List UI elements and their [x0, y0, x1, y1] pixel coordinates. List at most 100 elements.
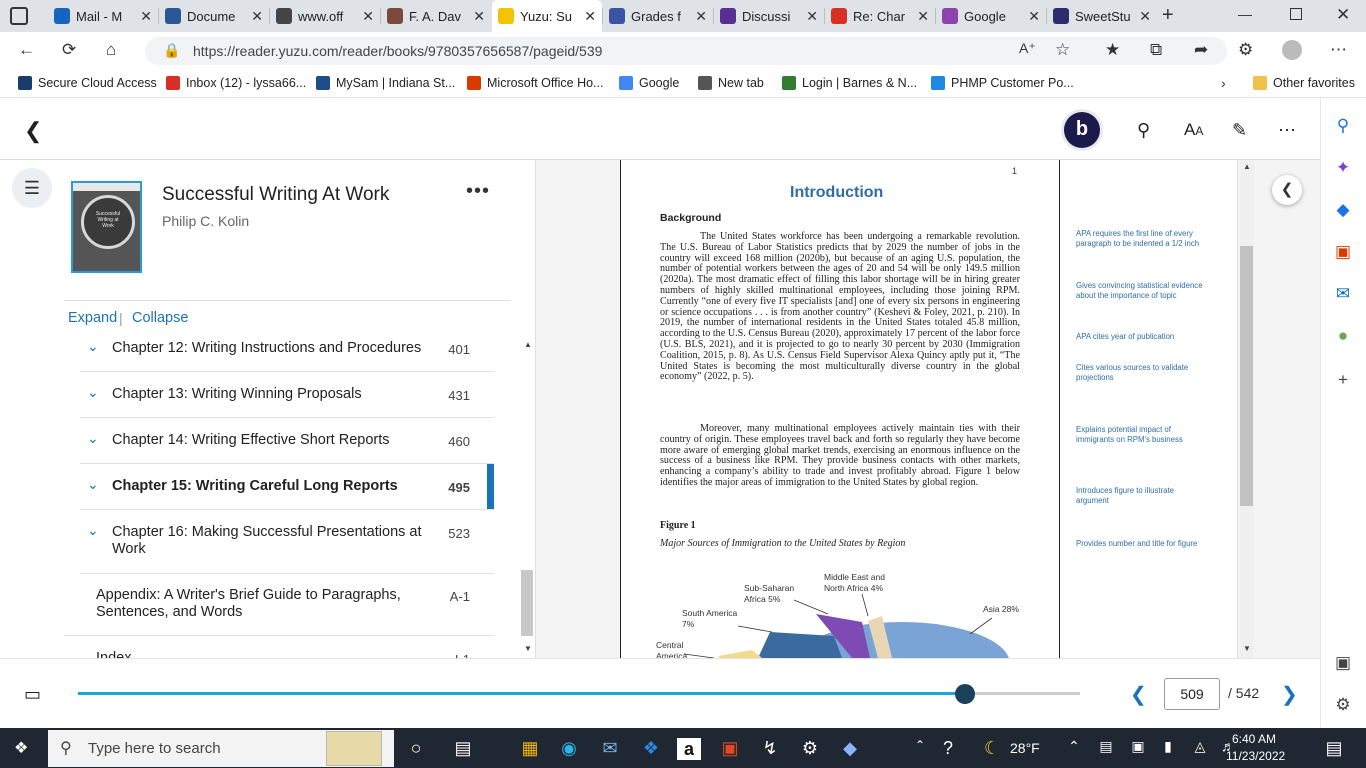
document-scroll-thumb[interactable] [1240, 246, 1253, 506]
page-number-input[interactable]: 509 [1164, 678, 1220, 710]
favorites-overflow-icon[interactable]: › [1221, 75, 1226, 91]
favorite-link[interactable]: Secure Cloud Access [18, 76, 157, 90]
chevron-down-icon[interactable]: ⌄ [87, 476, 99, 493]
browser-tab[interactable]: Re: Char ✕ [825, 0, 935, 32]
favorite-link[interactable]: Google [619, 76, 679, 90]
mail-taskbar-icon[interactable]: ✉ [598, 738, 622, 759]
chevron-down-icon[interactable]: ⌄ [87, 430, 99, 447]
tray-up-icon[interactable]: ⌃ [1062, 738, 1086, 755]
browser-tab[interactable]: Yuzu: Su ✕ [492, 0, 602, 32]
page-slider-knob[interactable] [955, 684, 975, 704]
book-more-icon[interactable]: ••• [466, 180, 490, 203]
bookshelf-badge[interactable]: b [1064, 112, 1100, 148]
battery-icon[interactable]: ▮ [1156, 738, 1180, 755]
more-options-icon[interactable]: ⋯ [1278, 120, 1296, 141]
weather-temp[interactable]: 28°F [1010, 740, 1040, 756]
browser-tab[interactable]: Docume ✕ [159, 0, 269, 32]
office-icon[interactable]: ▣ [1333, 242, 1353, 262]
cortana-icon[interactable]: ○ [404, 738, 428, 759]
chevron-down-icon[interactable]: ⌄ [87, 522, 99, 539]
tab-close-icon[interactable]: ✕ [1028, 8, 1040, 25]
sidebar-settings-icon[interactable]: ⚙ [1333, 695, 1353, 715]
read-aloud-icon[interactable]: A⁺ [1019, 40, 1036, 57]
profile-avatar[interactable] [1282, 40, 1302, 60]
doc-scroll-down-icon[interactable]: ▼ [1243, 644, 1251, 653]
favorite-link[interactable]: Microsoft Office Ho... [467, 76, 603, 90]
tab-close-icon[interactable]: ✕ [584, 8, 596, 25]
taskbar-clock[interactable]: 6:40 AM 11/23/2022 [1226, 731, 1285, 765]
favorite-link[interactable]: Inbox (12) - lyssa66... [166, 76, 306, 90]
tab-close-icon[interactable]: ✕ [362, 8, 374, 25]
previous-page-icon[interactable]: ❮ [1130, 682, 1147, 707]
tab-close-icon[interactable]: ✕ [473, 8, 485, 25]
text-size-icon[interactable]: AA [1184, 120, 1203, 140]
tray-display-icon[interactable]: ▣ [1126, 738, 1150, 755]
add-sidebar-app-icon[interactable]: + [1333, 370, 1353, 390]
scroll-down-icon[interactable]: ▼ [524, 644, 532, 653]
tab-close-icon[interactable]: ✕ [251, 8, 263, 25]
lock-icon[interactable]: 🔒 [163, 42, 180, 59]
tab-close-icon[interactable]: ✕ [917, 8, 929, 25]
search-book-icon[interactable]: ⚲ [1137, 120, 1150, 141]
search-icon[interactable]: ⚲ [1333, 116, 1353, 136]
refresh-icon[interactable]: ⟳ [62, 40, 76, 60]
back-icon[interactable]: ← [18, 40, 35, 60]
shopping-icon[interactable]: ◆ [1333, 200, 1353, 220]
expand-link[interactable]: Expand [68, 310, 117, 326]
tab-close-icon[interactable]: ✕ [1139, 8, 1151, 25]
url-text[interactable]: https://reader.yuzu.com/reader/books/978… [193, 43, 602, 59]
discover-icon[interactable]: ✦ [1333, 158, 1353, 178]
browser-tab[interactable]: SweetStu ✕ [1047, 0, 1157, 32]
favorite-link[interactable]: MySam | Indiana St... [316, 76, 455, 90]
toc-section-row[interactable]: Appendix: A Writer's Brief Guide to Para… [64, 574, 494, 636]
dropbox-icon[interactable]: ❖ [639, 738, 663, 759]
browser-tab[interactable]: Mail - M ✕ [48, 0, 158, 32]
xbox-bolt-icon[interactable]: ↯ [758, 738, 782, 759]
toc-chapter-row[interactable]: ⌄ Chapter 16: Making Successful Presentat… [80, 510, 494, 574]
tab-close-icon[interactable]: ✕ [140, 8, 152, 25]
file-explorer-icon[interactable]: ▦ [518, 738, 542, 759]
hide-sidebar-icon[interactable]: ▣ [1333, 653, 1353, 673]
browser-tab[interactable]: Google ✕ [936, 0, 1046, 32]
reader-back-icon[interactable]: ❮ [24, 118, 42, 144]
toc-scroll-thumb[interactable] [521, 570, 533, 636]
notifications-icon[interactable]: ▤ [1322, 738, 1346, 759]
toc-chapter-row[interactable]: ⌄ Chapter 14: Writing Effective Short Rep… [80, 418, 494, 464]
next-page-icon[interactable]: ❯ [1281, 682, 1298, 707]
chevron-down-icon[interactable]: ⌄ [87, 338, 99, 355]
wifi-icon[interactable]: ◬ [1188, 738, 1212, 755]
browser-tab[interactable]: Grades f ✕ [603, 0, 713, 32]
close-window-button[interactable]: ✕ [1336, 5, 1350, 25]
collections-icon[interactable]: ⧉ [1150, 40, 1162, 60]
browser-tab[interactable]: www.off ✕ [270, 0, 380, 32]
favorite-link[interactable]: PHMP Customer Po... [931, 76, 1074, 90]
settings-taskbar-icon[interactable]: ⚙ [798, 738, 822, 759]
office-taskbar-icon[interactable]: ▣ [718, 738, 742, 759]
favorite-link[interactable]: New tab [698, 76, 764, 90]
favorite-link[interactable]: Login | Barnes & N... [782, 76, 917, 90]
collapse-link[interactable]: Collapse [132, 310, 188, 326]
new-tab-button[interactable]: + [1162, 4, 1174, 27]
browser-tab[interactable]: Discussi ✕ [714, 0, 824, 32]
menu-icon[interactable]: ☰ [12, 168, 52, 208]
show-hidden-icons[interactable]: ⌃ [908, 738, 932, 752]
tab-actions-icon[interactable] [10, 7, 28, 25]
restore-button[interactable] [1290, 8, 1302, 20]
games-icon[interactable]: ● [1333, 326, 1353, 346]
bookmark-icon[interactable]: ▭ [24, 684, 41, 705]
amazon-icon[interactable]: a [677, 738, 701, 760]
share-icon[interactable]: ➦ [1194, 40, 1208, 60]
home-icon[interactable]: ⌂ [106, 40, 116, 60]
edge-taskbar-icon[interactable]: ◉ [557, 738, 581, 759]
minimize-button[interactable]: — [1238, 6, 1252, 22]
help-icon[interactable]: ? [936, 738, 960, 759]
scroll-up-icon[interactable]: ▲ [524, 340, 532, 349]
chevron-down-icon[interactable]: ⌄ [87, 384, 99, 401]
add-favorite-icon[interactable]: ☆ [1055, 40, 1070, 60]
taskbar-search-placeholder[interactable]: Type here to search [88, 740, 221, 757]
doc-scroll-up-icon[interactable]: ▲ [1243, 162, 1251, 171]
toc-chapter-row[interactable]: ⌄ Chapter 12: Writing Instructions and Pr… [80, 334, 494, 372]
extensions-icon[interactable]: ⚙ [1238, 40, 1253, 60]
browser-tab[interactable]: F. A. Dav ✕ [381, 0, 491, 32]
outlook-icon[interactable]: ✉ [1333, 284, 1353, 304]
